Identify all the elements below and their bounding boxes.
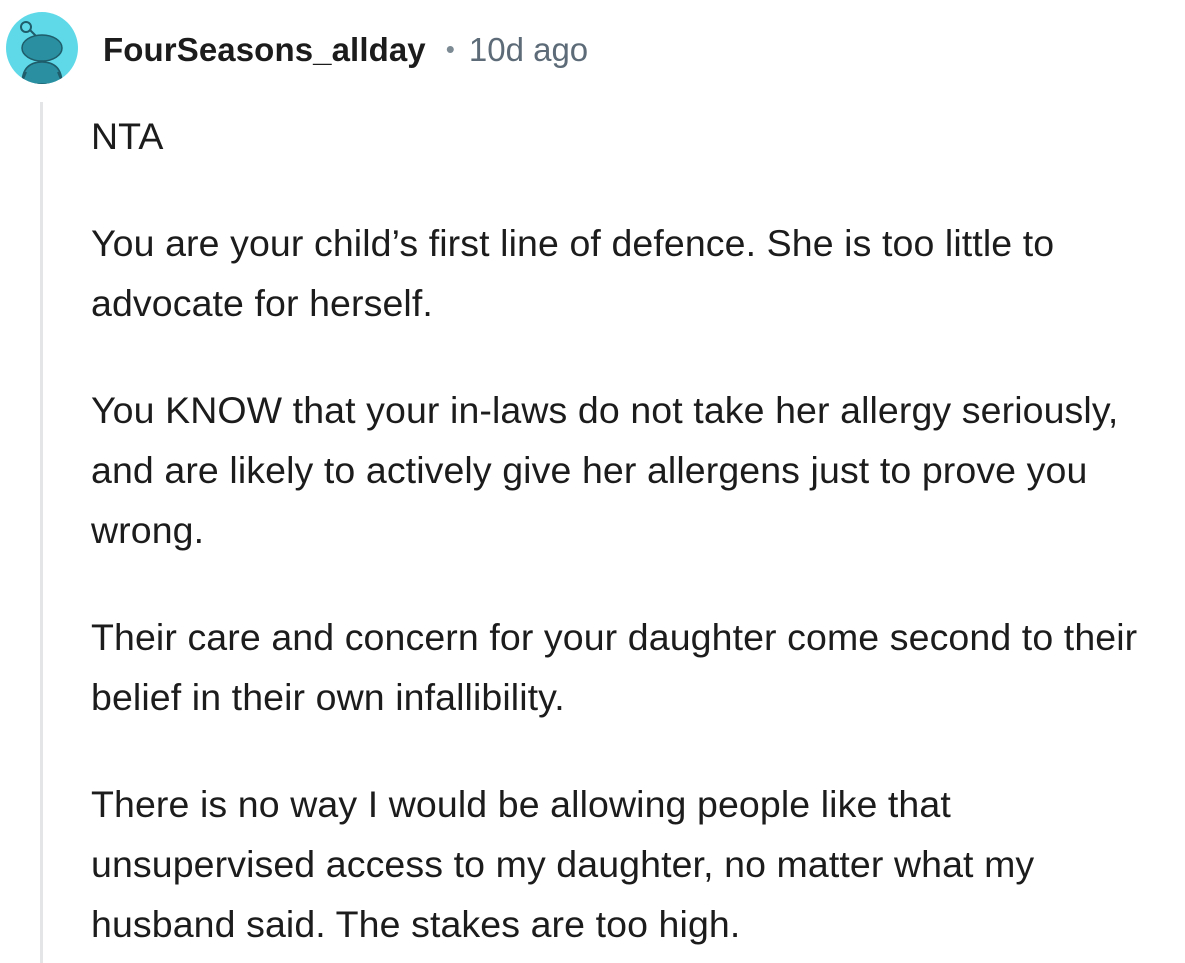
comment: FourSeasons_allday • 10d ago NTA You are… <box>0 0 1185 963</box>
thread-collapse-line[interactable] <box>40 102 43 963</box>
comment-paragraph: You KNOW that your in-laws do not take h… <box>91 389 1119 551</box>
comment-paragraph: You are your child’s first line of defen… <box>91 222 1055 324</box>
comment-paragraph: There is no way I would be allowing peop… <box>91 783 1035 945</box>
comment-body: NTA You are your child’s first line of d… <box>91 106 1183 954</box>
username-link[interactable]: FourSeasons_allday <box>103 31 426 69</box>
comment-paragraph: NTA <box>91 115 164 157</box>
snoo-avatar-icon <box>20 21 64 84</box>
user-avatar[interactable] <box>6 12 78 84</box>
comment-timestamp[interactable]: 10d ago <box>469 31 588 69</box>
comment-paragraph: Their care and concern for your daughter… <box>91 616 1138 718</box>
meta-separator: • <box>445 33 455 64</box>
comment-meta: FourSeasons_allday • 10d ago <box>103 26 588 74</box>
